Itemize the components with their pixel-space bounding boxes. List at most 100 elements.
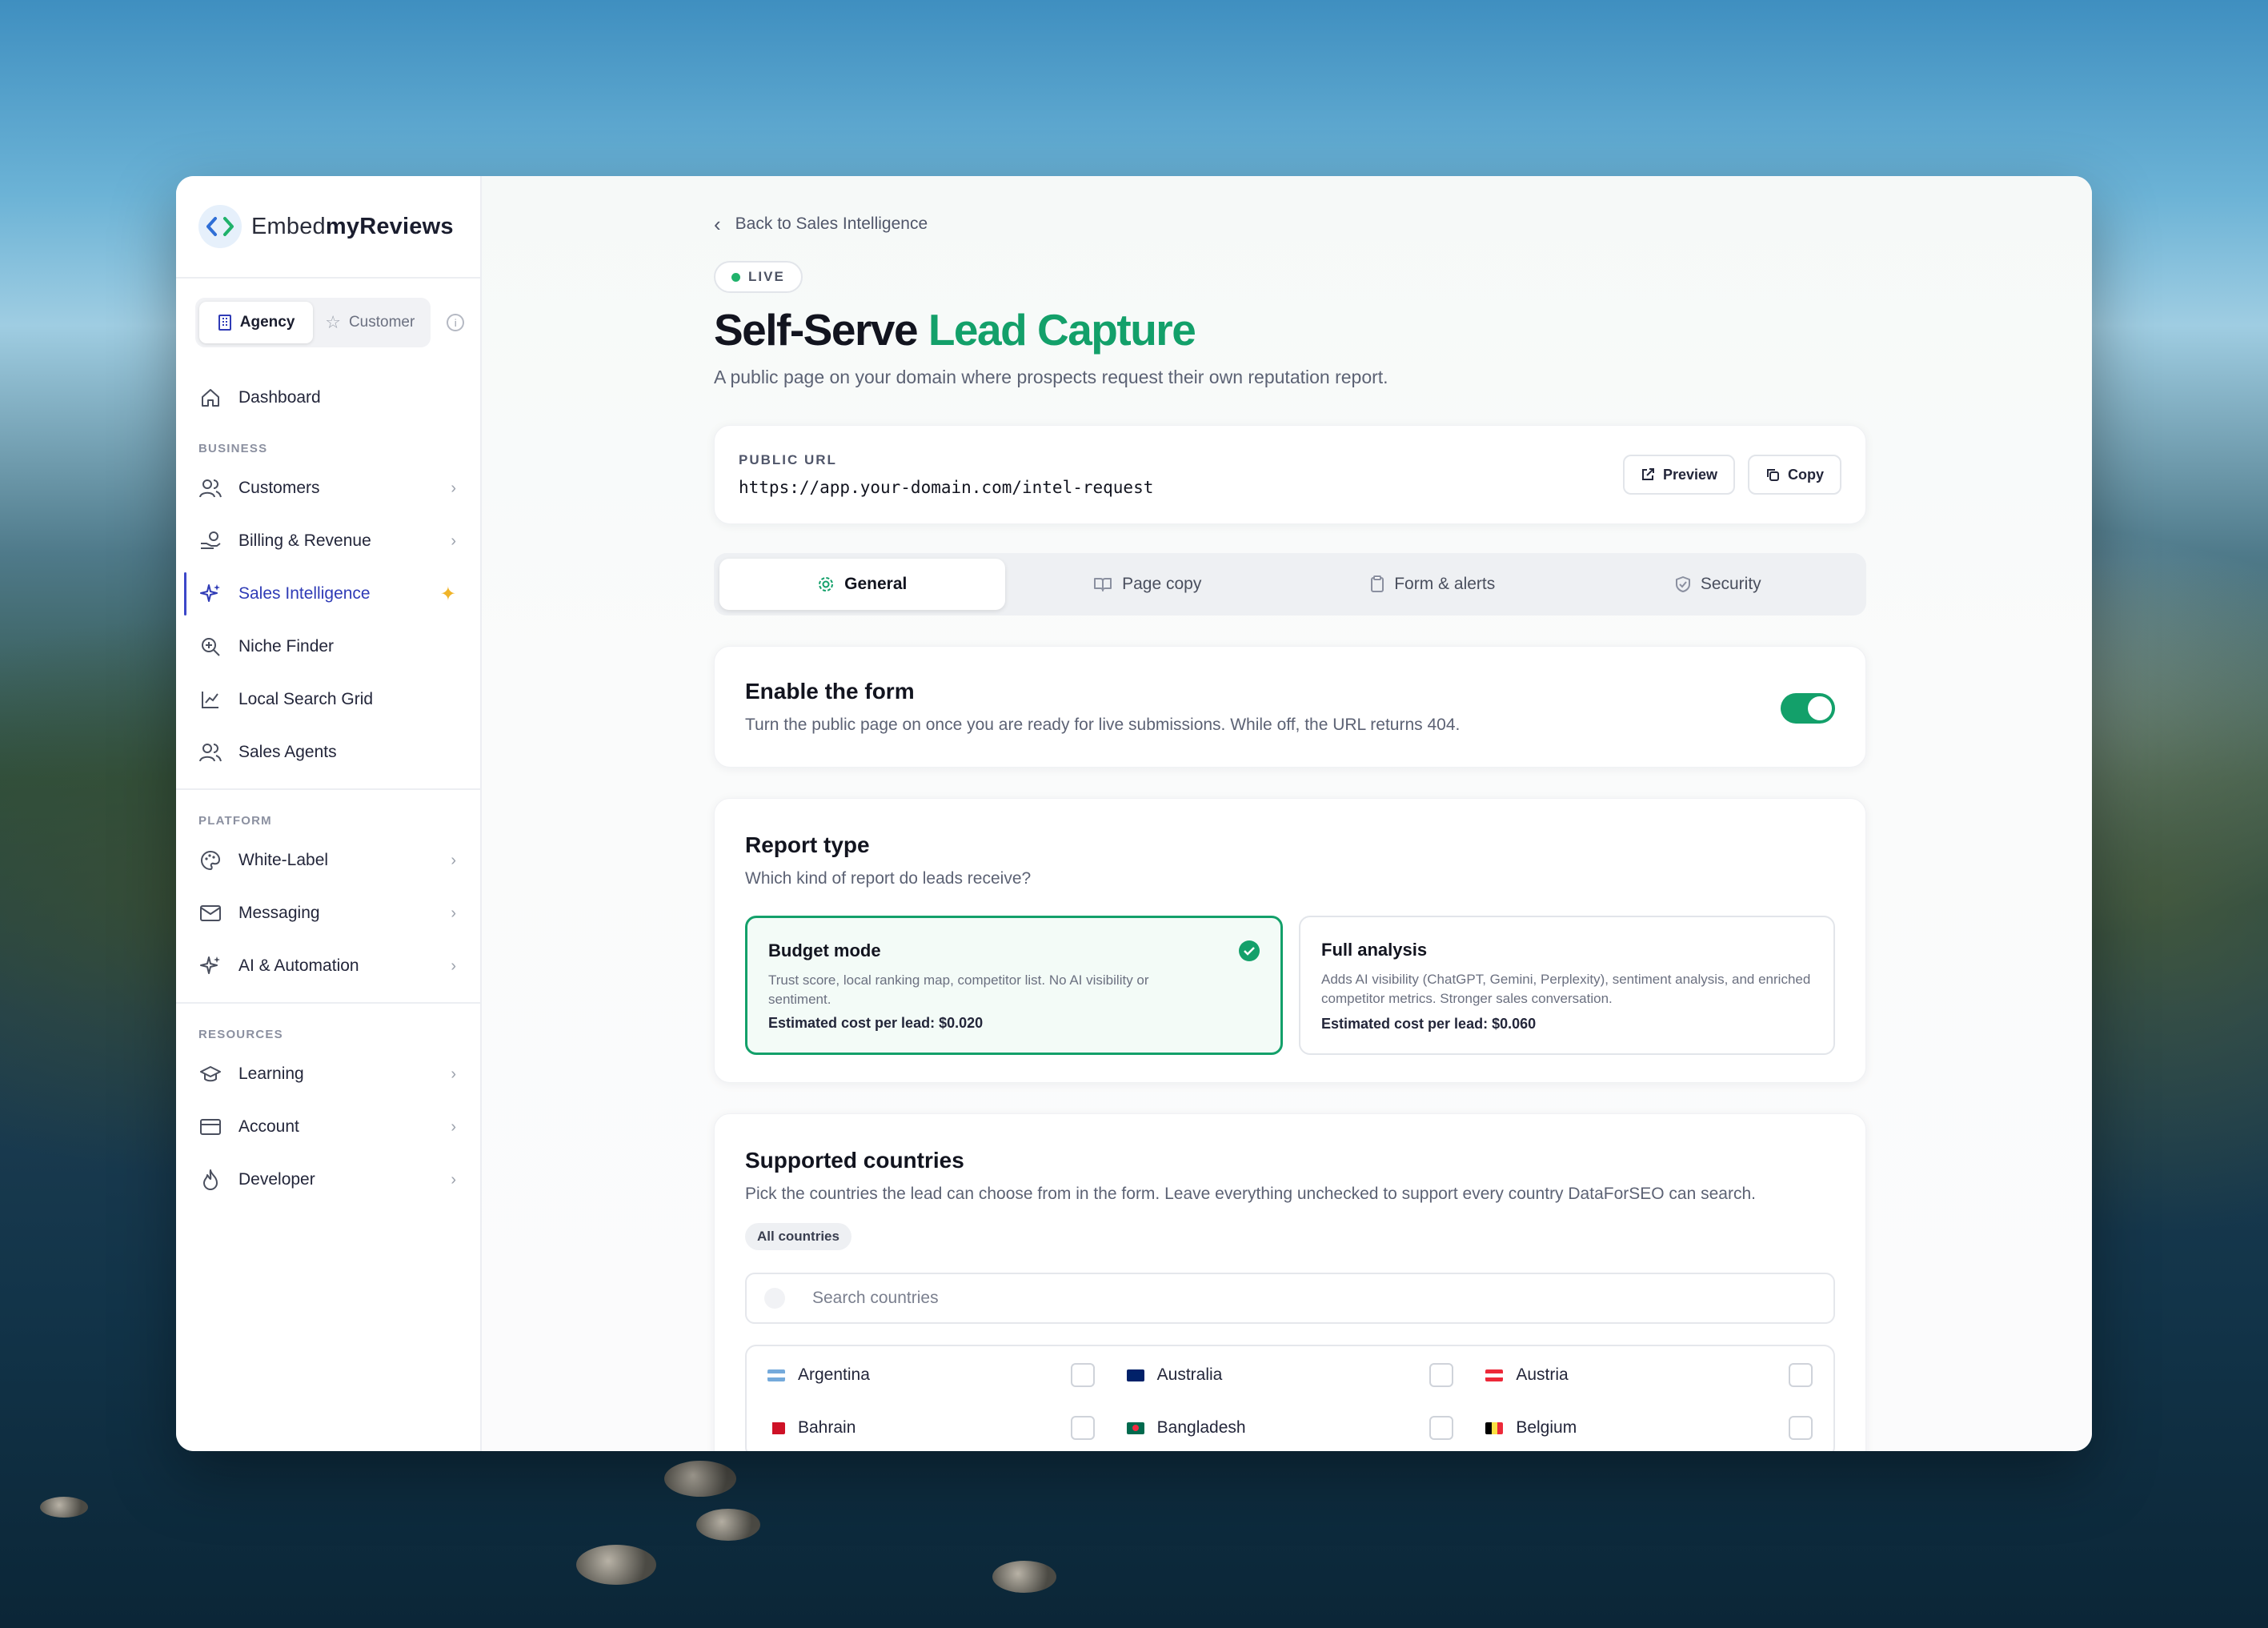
preview-button[interactable]: Preview (1622, 455, 1735, 495)
sidebar-item-label: Learning (238, 1065, 304, 1083)
sidebar-item-local-search-grid[interactable]: Local Search Grid (176, 673, 480, 726)
country-row-argentina[interactable]: Argentina (767, 1362, 1095, 1388)
sidebar-item-label: Developer (238, 1170, 315, 1189)
sidebar-item-niche-finder[interactable]: Niche Finder (176, 620, 480, 673)
flame-icon (198, 1168, 222, 1192)
option-cost: Estimated cost per lead: $0.060 (1321, 1016, 1537, 1032)
sidebar-item-label: Billing & Revenue (238, 531, 371, 550)
home-icon (198, 386, 222, 410)
option-description: Trust score, local ranking map, competit… (768, 972, 1149, 1007)
country-row-bangladesh[interactable]: Bangladesh (1126, 1415, 1454, 1441)
report-type-title: Report type (745, 832, 870, 857)
tab-label: Page copy (1122, 575, 1202, 593)
country-checkbox[interactable] (1070, 1363, 1095, 1387)
report-option-budget[interactable]: Budget mode Trust score, local ranking m… (745, 916, 1283, 1055)
customer-toggle-button[interactable]: ☆ Customer (313, 302, 427, 343)
book-open-icon (1094, 578, 1112, 591)
tab-label: Security (1700, 575, 1761, 593)
tab-label: Form & alerts (1394, 575, 1496, 593)
sidebar-item-label: Customers (238, 479, 320, 497)
chevron-left-icon: ‹ (714, 211, 721, 236)
shield-icon (1675, 576, 1690, 592)
countries-title: Supported countries (745, 1148, 964, 1173)
all-countries-chip[interactable]: All countries (745, 1223, 852, 1250)
status-badge-label: LIVE (748, 269, 785, 284)
chevron-right-icon: › (451, 851, 456, 869)
page-title-main: Self-Serve (714, 305, 919, 355)
sidebar-item-messaging[interactable]: Messaging › (176, 887, 480, 940)
country-checkbox[interactable] (1429, 1363, 1454, 1387)
chevron-right-icon: › (451, 1117, 456, 1136)
check-circle-icon (1239, 940, 1260, 961)
enable-form-card: Enable the form Turn the public page on … (714, 646, 1866, 768)
background-rock (576, 1545, 656, 1585)
status-badge: LIVE (714, 261, 803, 293)
sidebar-item-billing[interactable]: Billing & Revenue › (176, 515, 480, 567)
gear-icon (819, 577, 834, 591)
option-cost: Estimated cost per lead: $0.020 (768, 1015, 984, 1031)
star-icon: ☆ (325, 312, 341, 332)
sidebar-item-sales-agents[interactable]: Sales Agents (176, 726, 480, 779)
back-link-label: Back to Sales Intelligence (735, 215, 928, 233)
country-row-australia[interactable]: Australia (1126, 1362, 1454, 1388)
country-row-austria[interactable]: Austria (1485, 1362, 1813, 1388)
country-name: Austria (1516, 1365, 1569, 1384)
countries-description: Pick the countries the lead can choose f… (745, 1185, 1756, 1203)
tab-form-alerts[interactable]: Form & alerts (1290, 559, 1576, 610)
country-search-input[interactable]: Search countries (745, 1273, 1835, 1324)
sidebar-item-white-label[interactable]: White-Label › (176, 834, 480, 887)
country-name: Argentina (798, 1365, 870, 1384)
sidebar-item-label: Sales Agents (238, 743, 337, 761)
role-switcher: Agency ☆ Customer (195, 298, 431, 347)
sidebar-item-sales-intelligence[interactable]: Sales Intelligence ✦ (176, 567, 480, 620)
sidebar-item-dashboard[interactable]: Dashboard (176, 371, 480, 424)
live-dot-icon (731, 272, 740, 282)
chevron-right-icon: › (451, 1170, 456, 1189)
background-rock (664, 1461, 736, 1497)
search-placeholder: Search countries (812, 1289, 939, 1307)
page-title-accent: Lead Capture (928, 305, 1196, 355)
chevron-right-icon: › (451, 904, 456, 922)
tab-general[interactable]: General (719, 559, 1005, 610)
sidebar-item-label: Dashboard (238, 388, 321, 407)
country-checkbox[interactable] (1788, 1416, 1813, 1440)
copy-label: Copy (1788, 466, 1824, 483)
building-icon (218, 315, 231, 331)
sidebar-item-customers[interactable]: Customers › (176, 462, 480, 515)
country-name: Australia (1156, 1365, 1223, 1384)
external-link-icon (1641, 468, 1654, 480)
sidebar-item-label: Sales Intelligence (238, 584, 371, 603)
country-checkbox[interactable] (1429, 1416, 1454, 1440)
country-checkbox[interactable] (1788, 1363, 1813, 1387)
report-option-full-analysis[interactable]: Full analysis Adds AI visibility (ChatGP… (1299, 916, 1835, 1055)
search-icon (764, 1288, 785, 1309)
background-rock (992, 1561, 1056, 1593)
info-icon[interactable]: i (447, 314, 464, 331)
country-row-bahrain[interactable]: Bahrain (767, 1415, 1095, 1441)
copy-button[interactable]: Copy (1748, 455, 1841, 495)
sidebar-item-developer[interactable]: Developer › (176, 1153, 480, 1206)
enable-form-toggle[interactable] (1781, 693, 1835, 724)
tab-page-copy[interactable]: Page copy (1005, 559, 1291, 610)
country-checkbox[interactable] (1070, 1416, 1095, 1440)
country-row-belgium[interactable]: Belgium (1485, 1415, 1813, 1441)
chevron-right-icon: › (451, 1065, 456, 1083)
sidebar-item-ai-automation[interactable]: AI & Automation › (176, 940, 480, 992)
tab-security[interactable]: Security (1576, 559, 1861, 610)
sidebar-item-label: Account (238, 1117, 299, 1136)
back-link[interactable]: ‹ Back to Sales Intelligence (714, 208, 1866, 240)
supported-countries-card: Supported countries Pick the countries t… (714, 1113, 1866, 1451)
agency-toggle-button[interactable]: Agency (199, 302, 314, 343)
brand[interactable]: EmbedmyReviews (176, 176, 480, 279)
bahrain-flag-icon (767, 1421, 785, 1434)
country-name: Bangladesh (1156, 1418, 1246, 1437)
sidebar-item-learning[interactable]: Learning › (176, 1048, 480, 1101)
enable-form-title: Enable the form (745, 679, 915, 704)
belgium-flag-icon (1485, 1421, 1504, 1434)
sidebar-item-account[interactable]: Account › (176, 1101, 480, 1153)
graduation-cap-icon (198, 1062, 222, 1086)
sparkle-badge-icon: ✦ (439, 583, 456, 605)
bangladesh-flag-icon (1126, 1421, 1144, 1434)
settings-tabs: General Page copy Form & alerts Security (714, 553, 1866, 616)
report-type-card: Report type Which kind of report do lead… (714, 798, 1866, 1083)
